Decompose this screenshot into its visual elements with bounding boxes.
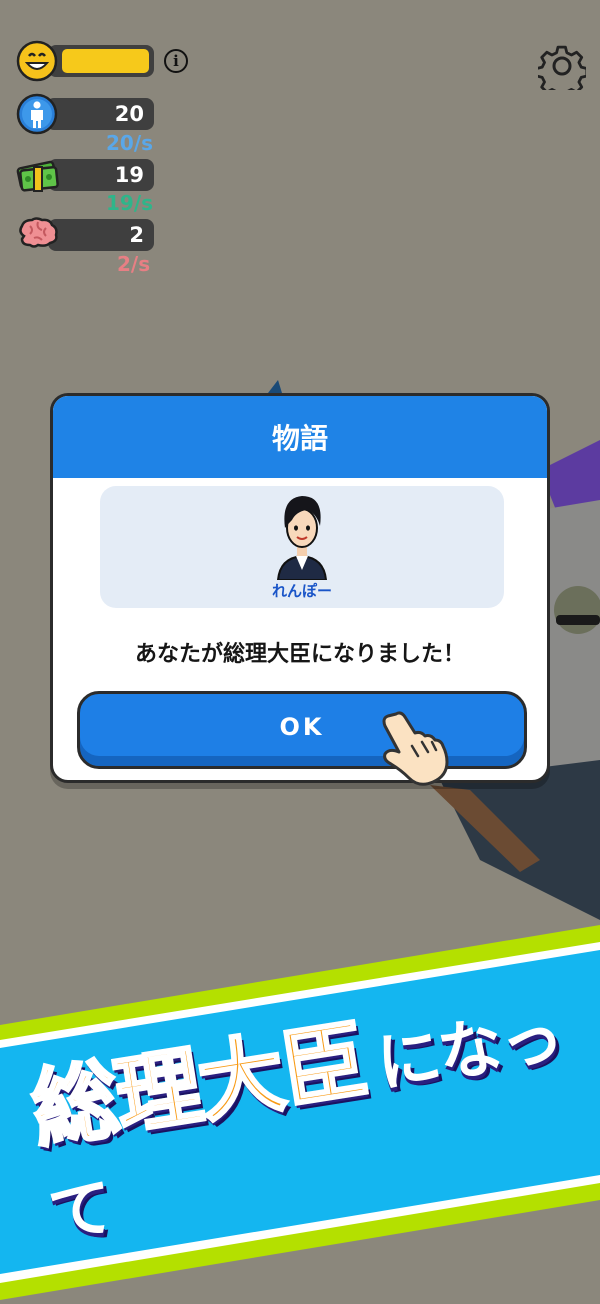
brain-value: 2 [129, 223, 144, 247]
mood-bar [48, 45, 154, 77]
character-portrait-box: れんぽー [100, 486, 504, 608]
smiley-face-icon [16, 40, 58, 82]
guard-figure [554, 586, 600, 634]
brain-stat: 2 [16, 216, 154, 254]
money-value: 19 [114, 163, 144, 187]
ok-button-label: OK [279, 713, 325, 741]
money-stat: 19 [16, 155, 154, 195]
dialog-message: あなたが総理大臣になりました！ [134, 642, 465, 667]
mood-bar-fill [62, 49, 149, 73]
character-portrait [276, 496, 328, 580]
character-name: れんぽー [271, 582, 332, 600]
money-bar: 19 [48, 159, 154, 191]
population-rate: 20/s [106, 131, 154, 155]
gear-icon[interactable] [538, 42, 586, 90]
info-icon[interactable]: i [164, 49, 188, 73]
population-value: 20 [114, 102, 144, 126]
money-icon [16, 160, 59, 192]
roof-tip [268, 380, 282, 393]
mood-meter: i [16, 40, 188, 82]
person-icon [16, 93, 58, 135]
dialog-title: 物語 [271, 422, 328, 455]
money-rate: 19/s [106, 191, 154, 215]
population-stat: 20 [16, 93, 154, 135]
dialog-header: 物語 [53, 396, 547, 478]
brain-bar: 2 [48, 219, 154, 251]
population-bar: 20 [46, 98, 154, 130]
pointing-hand-icon [382, 711, 449, 786]
story-dialog: 物語 れんぽー あなたが総理大臣になりました！ OK [50, 393, 550, 783]
banner-headline-main: 総理大臣 [24, 1009, 375, 1163]
ok-button[interactable]: OK [77, 691, 527, 769]
brain-rate: 2/s [117, 252, 151, 276]
brain-icon [19, 217, 58, 248]
